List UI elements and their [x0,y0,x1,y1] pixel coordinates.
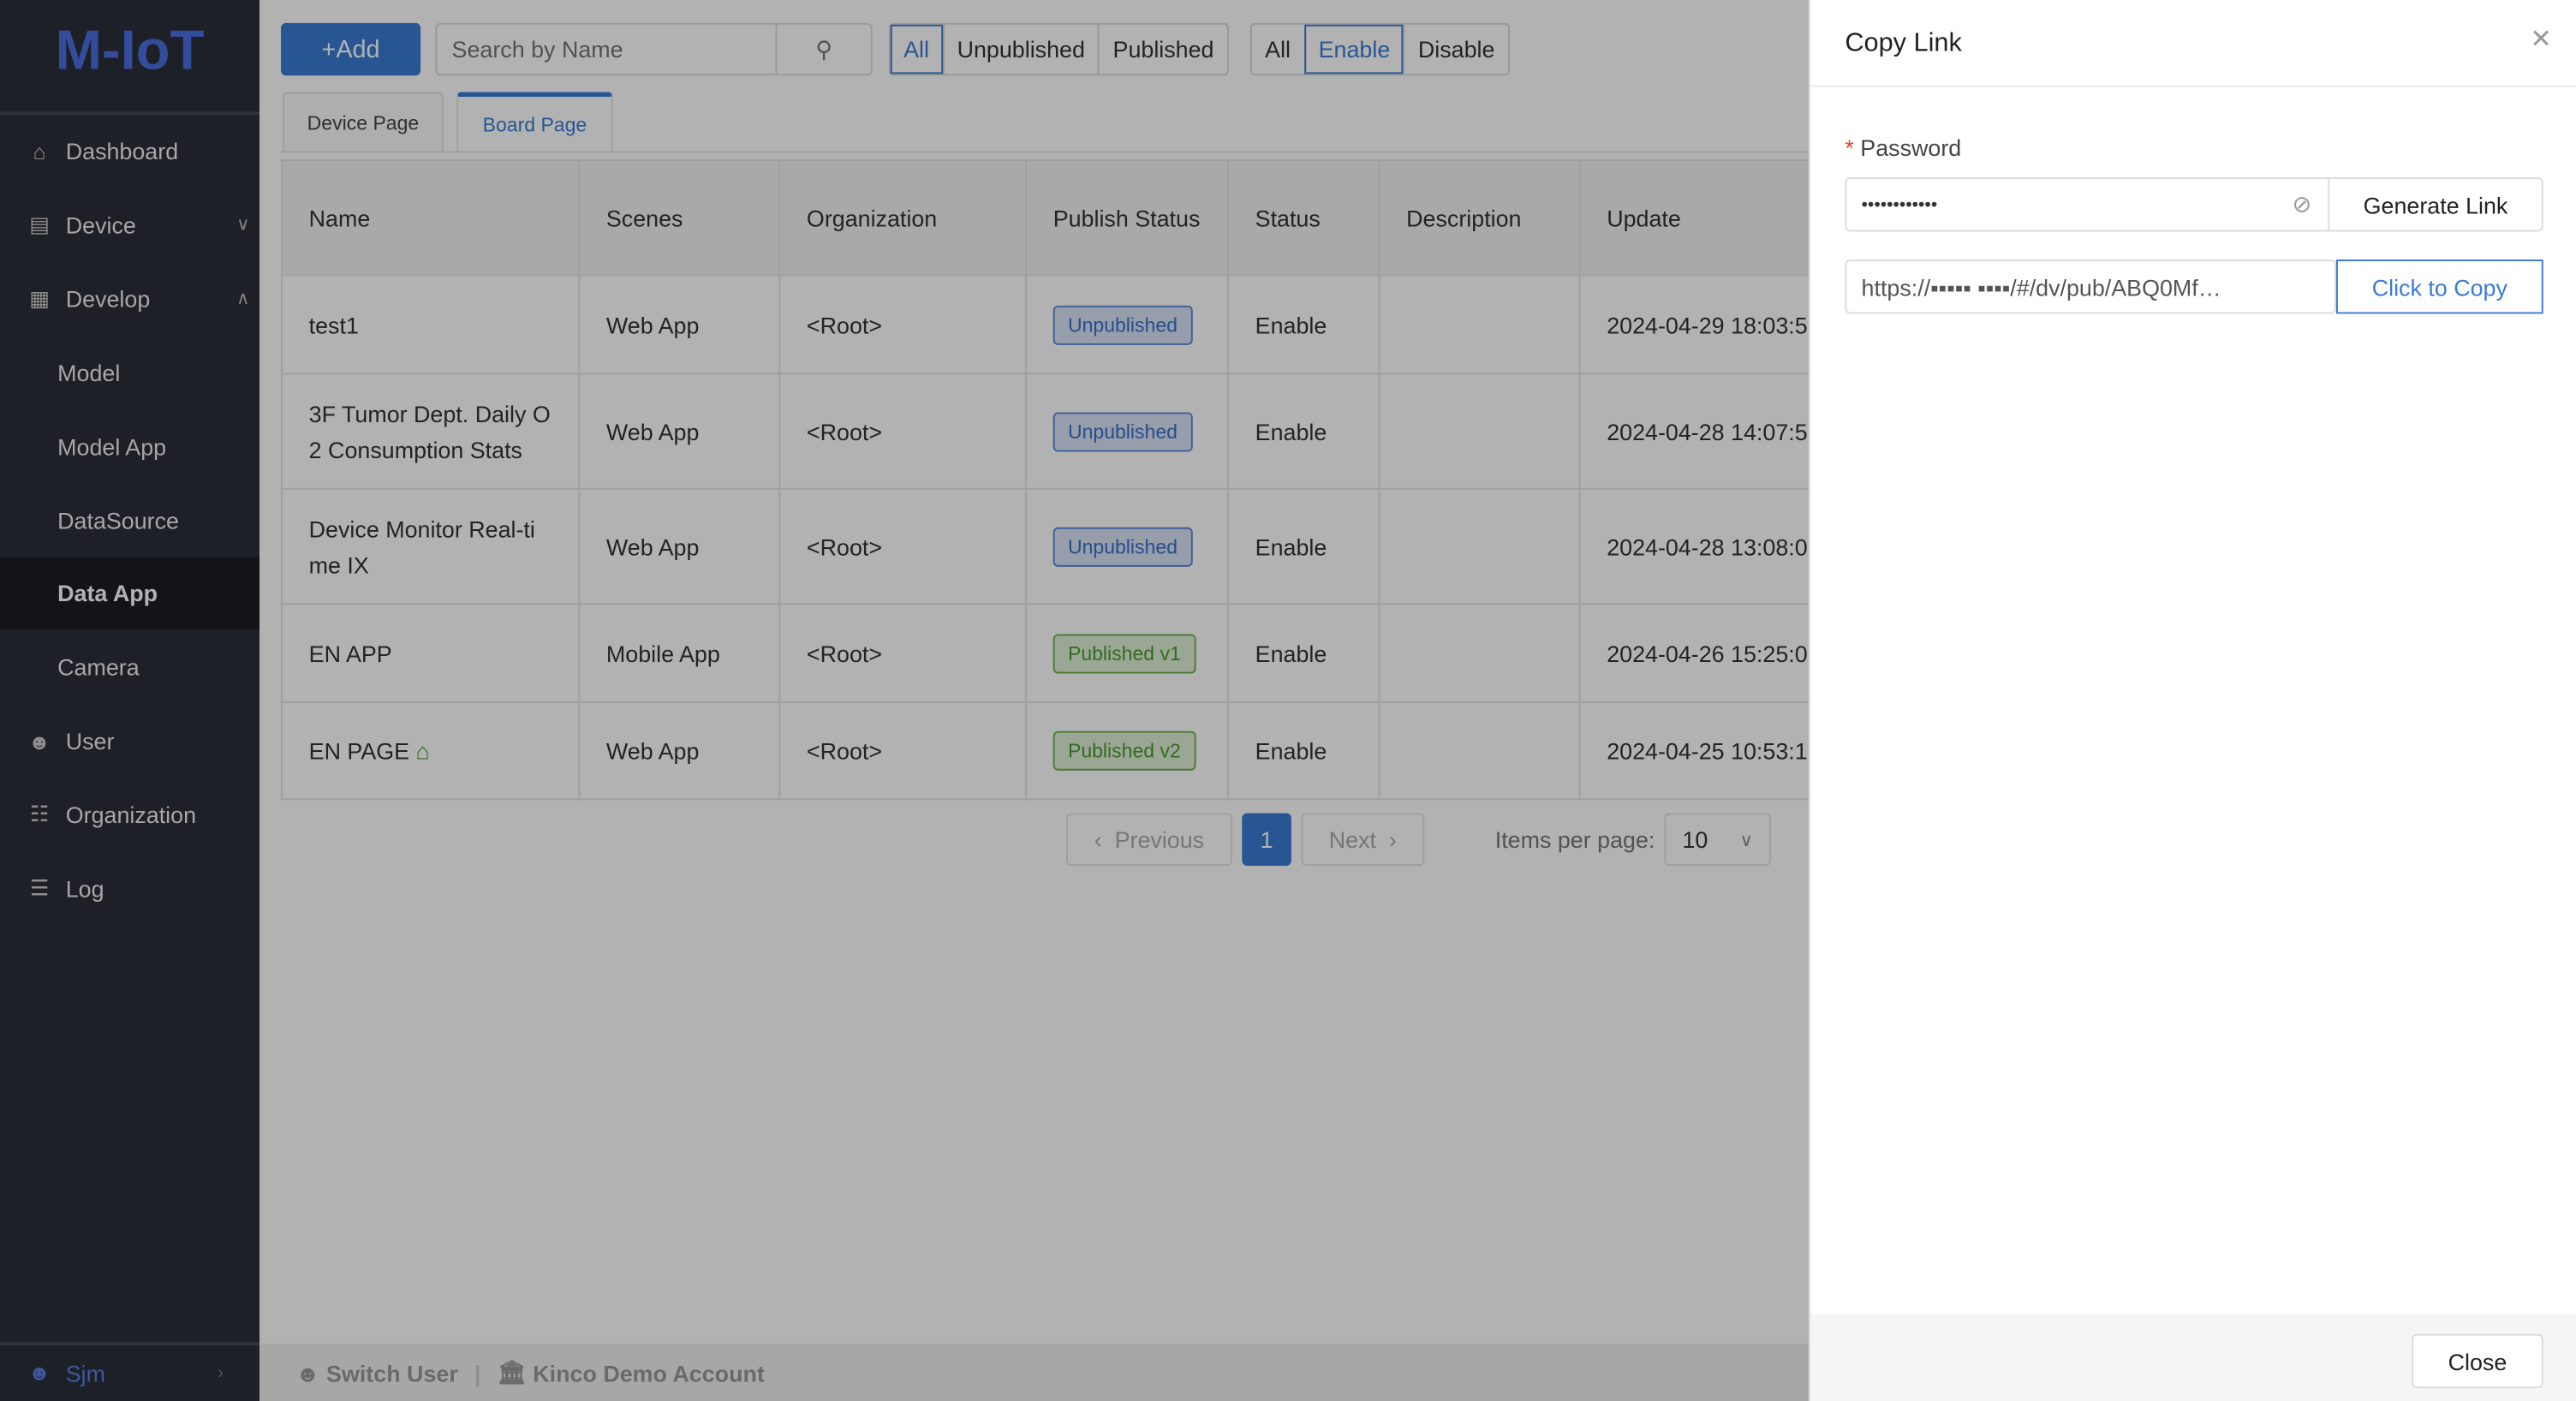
generate-link-button[interactable]: Generate Link [2328,177,2543,232]
password-input[interactable]: •••••••••••• [1846,194,2292,214]
eye-slash-icon[interactable]: ⊘ [2293,191,2312,219]
drawer-title: Copy Link [1845,29,1962,58]
close-icon[interactable]: ✕ [2530,23,2552,56]
modal-overlay[interactable] [0,0,1810,1401]
click-to-copy-button[interactable]: Click to Copy [2335,259,2543,314]
password-field[interactable]: •••••••••••• ⊘ [1845,177,2330,232]
copy-link-drawer: Copy Link ✕ * Password •••••••••••• ⊘ Ge… [1809,0,2576,1401]
close-button[interactable]: Close [2412,1333,2543,1389]
password-label: * Password [1845,134,1962,162]
link-field[interactable]: https://▪▪▪▪▪ ▪▪▪▪/#/dv/pub/ABQ0Mf… [1845,259,2336,314]
